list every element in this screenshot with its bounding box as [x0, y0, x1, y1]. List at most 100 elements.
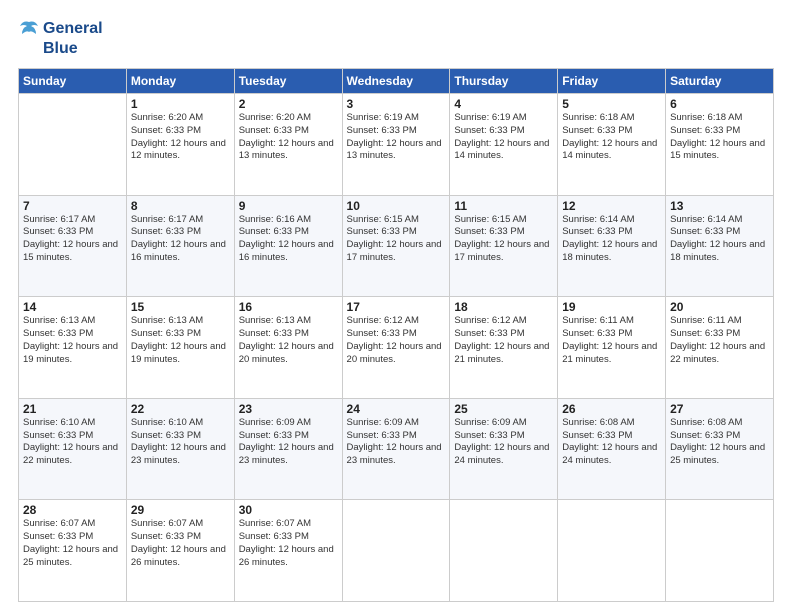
calendar-cell: 25Sunrise: 6:09 AM Sunset: 6:33 PM Dayli… [450, 398, 558, 500]
calendar-cell: 30Sunrise: 6:07 AM Sunset: 6:33 PM Dayli… [234, 500, 342, 602]
day-info: Sunrise: 6:09 AM Sunset: 6:33 PM Dayligh… [239, 417, 338, 468]
weekday-header-tuesday: Tuesday [234, 69, 342, 94]
day-number: 2 [239, 97, 338, 111]
calendar-cell: 14Sunrise: 6:13 AM Sunset: 6:33 PM Dayli… [19, 297, 127, 399]
day-number: 6 [670, 97, 769, 111]
calendar-cell [558, 500, 666, 602]
day-info: Sunrise: 6:11 AM Sunset: 6:33 PM Dayligh… [670, 315, 769, 366]
day-info: Sunrise: 6:19 AM Sunset: 6:33 PM Dayligh… [347, 112, 446, 163]
calendar-cell: 9Sunrise: 6:16 AM Sunset: 6:33 PM Daylig… [234, 195, 342, 297]
week-row-2: 14Sunrise: 6:13 AM Sunset: 6:33 PM Dayli… [19, 297, 774, 399]
calendar-cell: 26Sunrise: 6:08 AM Sunset: 6:33 PM Dayli… [558, 398, 666, 500]
weekday-header-row: SundayMondayTuesdayWednesdayThursdayFrid… [19, 69, 774, 94]
day-number: 1 [131, 97, 230, 111]
calendar-cell: 21Sunrise: 6:10 AM Sunset: 6:33 PM Dayli… [19, 398, 127, 500]
day-number: 22 [131, 402, 230, 416]
day-info: Sunrise: 6:07 AM Sunset: 6:33 PM Dayligh… [23, 518, 122, 569]
calendar-cell: 18Sunrise: 6:12 AM Sunset: 6:33 PM Dayli… [450, 297, 558, 399]
day-number: 29 [131, 503, 230, 517]
calendar-cell: 19Sunrise: 6:11 AM Sunset: 6:33 PM Dayli… [558, 297, 666, 399]
calendar-cell [666, 500, 774, 602]
day-info: Sunrise: 6:11 AM Sunset: 6:33 PM Dayligh… [562, 315, 661, 366]
calendar-cell: 27Sunrise: 6:08 AM Sunset: 6:33 PM Dayli… [666, 398, 774, 500]
day-number: 24 [347, 402, 446, 416]
calendar-cell: 1Sunrise: 6:20 AM Sunset: 6:33 PM Daylig… [126, 94, 234, 196]
day-number: 25 [454, 402, 553, 416]
logo-text-general: General [43, 20, 103, 38]
day-info: Sunrise: 6:18 AM Sunset: 6:33 PM Dayligh… [670, 112, 769, 163]
logo: General Blue [18, 18, 103, 58]
page: General Blue SundayMondayTuesdayWednesda… [0, 0, 792, 612]
day-info: Sunrise: 6:20 AM Sunset: 6:33 PM Dayligh… [239, 112, 338, 163]
day-number: 5 [562, 97, 661, 111]
weekday-header-wednesday: Wednesday [342, 69, 450, 94]
day-info: Sunrise: 6:17 AM Sunset: 6:33 PM Dayligh… [23, 214, 122, 265]
weekday-header-thursday: Thursday [450, 69, 558, 94]
calendar-cell: 5Sunrise: 6:18 AM Sunset: 6:33 PM Daylig… [558, 94, 666, 196]
week-row-3: 21Sunrise: 6:10 AM Sunset: 6:33 PM Dayli… [19, 398, 774, 500]
calendar-cell [450, 500, 558, 602]
calendar-cell: 11Sunrise: 6:15 AM Sunset: 6:33 PM Dayli… [450, 195, 558, 297]
calendar-cell: 6Sunrise: 6:18 AM Sunset: 6:33 PM Daylig… [666, 94, 774, 196]
day-number: 26 [562, 402, 661, 416]
week-row-1: 7Sunrise: 6:17 AM Sunset: 6:33 PM Daylig… [19, 195, 774, 297]
weekday-header-friday: Friday [558, 69, 666, 94]
day-number: 19 [562, 300, 661, 314]
day-info: Sunrise: 6:13 AM Sunset: 6:33 PM Dayligh… [23, 315, 122, 366]
day-info: Sunrise: 6:20 AM Sunset: 6:33 PM Dayligh… [131, 112, 230, 163]
logo-text-blue: Blue [43, 40, 78, 58]
calendar-cell: 2Sunrise: 6:20 AM Sunset: 6:33 PM Daylig… [234, 94, 342, 196]
day-info: Sunrise: 6:19 AM Sunset: 6:33 PM Dayligh… [454, 112, 553, 163]
day-number: 17 [347, 300, 446, 314]
day-info: Sunrise: 6:16 AM Sunset: 6:33 PM Dayligh… [239, 214, 338, 265]
day-info: Sunrise: 6:09 AM Sunset: 6:33 PM Dayligh… [454, 417, 553, 468]
calendar-cell: 7Sunrise: 6:17 AM Sunset: 6:33 PM Daylig… [19, 195, 127, 297]
calendar-cell: 28Sunrise: 6:07 AM Sunset: 6:33 PM Dayli… [19, 500, 127, 602]
calendar-cell: 23Sunrise: 6:09 AM Sunset: 6:33 PM Dayli… [234, 398, 342, 500]
day-info: Sunrise: 6:14 AM Sunset: 6:33 PM Dayligh… [562, 214, 661, 265]
day-number: 7 [23, 199, 122, 213]
calendar-cell: 10Sunrise: 6:15 AM Sunset: 6:33 PM Dayli… [342, 195, 450, 297]
week-row-4: 28Sunrise: 6:07 AM Sunset: 6:33 PM Dayli… [19, 500, 774, 602]
calendar-cell: 12Sunrise: 6:14 AM Sunset: 6:33 PM Dayli… [558, 195, 666, 297]
day-info: Sunrise: 6:12 AM Sunset: 6:33 PM Dayligh… [454, 315, 553, 366]
calendar-cell: 16Sunrise: 6:13 AM Sunset: 6:33 PM Dayli… [234, 297, 342, 399]
day-info: Sunrise: 6:10 AM Sunset: 6:33 PM Dayligh… [23, 417, 122, 468]
day-number: 20 [670, 300, 769, 314]
day-info: Sunrise: 6:08 AM Sunset: 6:33 PM Dayligh… [670, 417, 769, 468]
day-number: 9 [239, 199, 338, 213]
calendar-cell: 13Sunrise: 6:14 AM Sunset: 6:33 PM Dayli… [666, 195, 774, 297]
day-number: 15 [131, 300, 230, 314]
day-number: 18 [454, 300, 553, 314]
day-info: Sunrise: 6:17 AM Sunset: 6:33 PM Dayligh… [131, 214, 230, 265]
week-row-0: 1Sunrise: 6:20 AM Sunset: 6:33 PM Daylig… [19, 94, 774, 196]
day-number: 13 [670, 199, 769, 213]
day-info: Sunrise: 6:18 AM Sunset: 6:33 PM Dayligh… [562, 112, 661, 163]
calendar-cell: 24Sunrise: 6:09 AM Sunset: 6:33 PM Dayli… [342, 398, 450, 500]
weekday-header-saturday: Saturday [666, 69, 774, 94]
calendar-cell: 8Sunrise: 6:17 AM Sunset: 6:33 PM Daylig… [126, 195, 234, 297]
day-info: Sunrise: 6:08 AM Sunset: 6:33 PM Dayligh… [562, 417, 661, 468]
day-number: 4 [454, 97, 553, 111]
day-info: Sunrise: 6:14 AM Sunset: 6:33 PM Dayligh… [670, 214, 769, 265]
day-info: Sunrise: 6:07 AM Sunset: 6:33 PM Dayligh… [131, 518, 230, 569]
day-number: 10 [347, 199, 446, 213]
day-info: Sunrise: 6:10 AM Sunset: 6:33 PM Dayligh… [131, 417, 230, 468]
calendar-table: SundayMondayTuesdayWednesdayThursdayFrid… [18, 68, 774, 602]
day-info: Sunrise: 6:13 AM Sunset: 6:33 PM Dayligh… [239, 315, 338, 366]
day-number: 11 [454, 199, 553, 213]
day-number: 12 [562, 199, 661, 213]
day-info: Sunrise: 6:09 AM Sunset: 6:33 PM Dayligh… [347, 417, 446, 468]
calendar-cell: 3Sunrise: 6:19 AM Sunset: 6:33 PM Daylig… [342, 94, 450, 196]
calendar-cell: 4Sunrise: 6:19 AM Sunset: 6:33 PM Daylig… [450, 94, 558, 196]
calendar-cell: 20Sunrise: 6:11 AM Sunset: 6:33 PM Dayli… [666, 297, 774, 399]
day-info: Sunrise: 6:12 AM Sunset: 6:33 PM Dayligh… [347, 315, 446, 366]
day-number: 8 [131, 199, 230, 213]
weekday-header-monday: Monday [126, 69, 234, 94]
day-info: Sunrise: 6:13 AM Sunset: 6:33 PM Dayligh… [131, 315, 230, 366]
calendar-cell: 17Sunrise: 6:12 AM Sunset: 6:33 PM Dayli… [342, 297, 450, 399]
calendar-cell [342, 500, 450, 602]
weekday-header-sunday: Sunday [19, 69, 127, 94]
calendar-cell: 15Sunrise: 6:13 AM Sunset: 6:33 PM Dayli… [126, 297, 234, 399]
calendar-cell [19, 94, 127, 196]
